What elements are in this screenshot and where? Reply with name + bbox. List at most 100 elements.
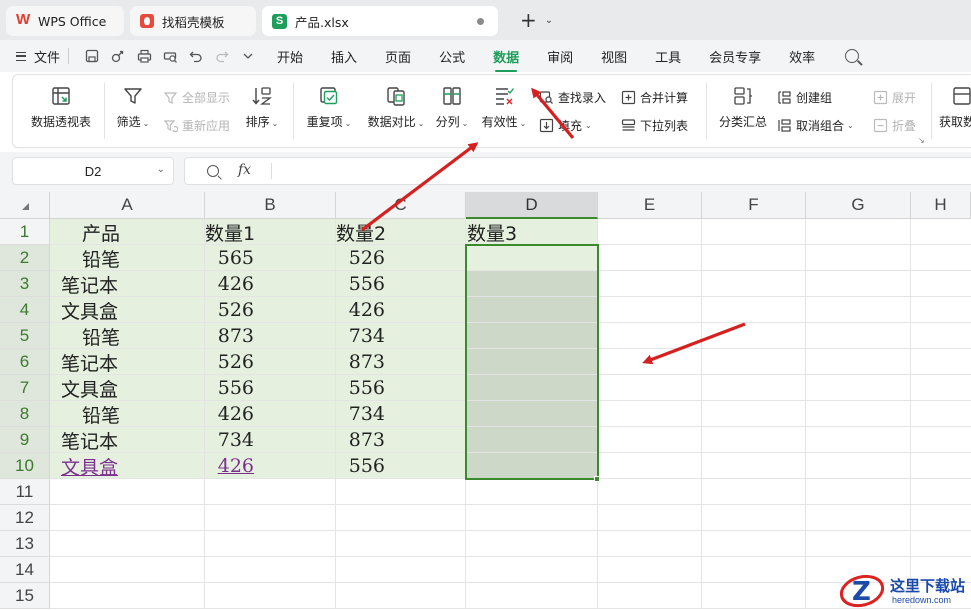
quantity1-cell[interactable]: 565: [205, 245, 254, 271]
zoom-icon[interactable]: [207, 165, 219, 177]
menu-tools[interactable]: 工具: [655, 47, 681, 66]
product-cell[interactable]: 文具盒: [61, 297, 118, 323]
select-all-corner[interactable]: [0, 192, 50, 219]
quantity1-cell[interactable]: 526: [205, 349, 254, 375]
dialog-launcher-icon[interactable]: ↘: [918, 136, 925, 145]
product-cell[interactable]: 笔记本: [61, 271, 118, 297]
header-cell[interactable]: 数量2: [336, 219, 386, 245]
print-icon[interactable]: [136, 48, 152, 64]
quantity1-cell[interactable]: 526: [205, 297, 254, 323]
row-header-3[interactable]: 3: [0, 271, 50, 297]
get-data-button[interactable]: 获取数: [939, 85, 971, 130]
quantity2-cell[interactable]: 556: [336, 375, 385, 401]
fill-button[interactable]: 填充 ⌄: [539, 117, 592, 134]
duplicates-button[interactable]: 重复项 ⌄: [303, 85, 355, 130]
menu-efficiency[interactable]: 效率: [789, 47, 815, 66]
menu-review[interactable]: 审阅: [547, 47, 573, 66]
column-header-a[interactable]: A: [50, 192, 205, 219]
tab-product-xlsx[interactable]: S 产品.xlsx: [262, 6, 498, 36]
product-cell[interactable]: 笔记本: [61, 427, 118, 453]
menu-view[interactable]: 视图: [601, 47, 627, 66]
row-header-4[interactable]: 4: [0, 297, 50, 323]
file-menu[interactable]: 文件: [16, 47, 60, 66]
row-header-2[interactable]: 2: [0, 245, 50, 271]
column-header-f[interactable]: F: [702, 192, 806, 219]
save-icon[interactable]: [84, 48, 100, 64]
tab-wps-office[interactable]: WPS Office: [6, 6, 124, 36]
column-header-d[interactable]: D: [466, 192, 598, 219]
export-icon[interactable]: [110, 48, 126, 64]
chevron-down-icon[interactable]: ⌄: [545, 15, 553, 26]
row-header-11[interactable]: 11: [0, 479, 50, 505]
ungroup-button[interactable]: 取消组合 ⌄: [777, 117, 854, 134]
menu-formula[interactable]: 公式: [439, 47, 465, 66]
redo-icon[interactable]: [214, 48, 230, 64]
column-header-g[interactable]: G: [806, 192, 911, 219]
row-header-15[interactable]: 15: [0, 583, 50, 609]
quantity2-cell[interactable]: 734: [336, 323, 385, 349]
quantity2-cell[interactable]: 734: [336, 401, 385, 427]
column-header-h[interactable]: H: [911, 192, 971, 219]
menu-insert[interactable]: 插入: [331, 47, 357, 66]
expand-button[interactable]: 展开: [873, 89, 916, 106]
row-header-6[interactable]: 6: [0, 349, 50, 375]
fx-icon[interactable]: fx: [238, 162, 251, 178]
consolidate-button[interactable]: 合并计算: [621, 89, 688, 106]
quantity1-cell[interactable]: 556: [205, 375, 254, 401]
row-header-7[interactable]: 7: [0, 375, 50, 401]
row-header-13[interactable]: 13: [0, 531, 50, 557]
quantity2-cell[interactable]: 526: [336, 245, 385, 271]
quantity2-cell[interactable]: 556: [336, 453, 385, 479]
create-group-button[interactable]: 创建组: [777, 89, 832, 106]
reapply-button[interactable]: 重新应用: [163, 117, 230, 134]
quantity1-cell[interactable]: 426: [205, 453, 254, 479]
undo-icon[interactable]: [188, 48, 204, 64]
quantity2-cell[interactable]: 873: [336, 427, 385, 453]
row-header-8[interactable]: 8: [0, 401, 50, 427]
quantity2-cell[interactable]: 426: [336, 297, 385, 323]
row-header-9[interactable]: 9: [0, 427, 50, 453]
row-header-5[interactable]: 5: [0, 323, 50, 349]
sort-button[interactable]: 排序 ⌄: [243, 85, 281, 130]
column-header-b[interactable]: B: [205, 192, 336, 219]
column-header-c[interactable]: C: [336, 192, 466, 219]
fill-handle[interactable]: [594, 476, 600, 482]
row-header-1[interactable]: 1: [0, 219, 50, 245]
menu-data[interactable]: 数据: [493, 47, 519, 72]
chevron-down-icon[interactable]: ⌄: [157, 164, 165, 175]
spreadsheet-grid[interactable]: A B C D E F G H 1 2 3 4 5 6 7 8 9 10 11 12 13 14 15 产品 数量1 数量2 数量3…: [0, 192, 971, 610]
quantity1-cell[interactable]: 426: [205, 271, 254, 297]
pivot-table-button[interactable]: 数据透视表: [29, 85, 93, 130]
filter-button[interactable]: 筛选 ⌄: [115, 85, 151, 130]
menu-page[interactable]: 页面: [385, 47, 411, 66]
print-preview-icon[interactable]: [162, 48, 178, 64]
product-cell[interactable]: 铅笔: [82, 245, 120, 271]
chevron-down-icon[interactable]: [240, 48, 256, 64]
header-cell[interactable]: 数量1: [205, 219, 255, 245]
product-cell[interactable]: 铅笔: [82, 323, 120, 349]
row-header-12[interactable]: 12: [0, 505, 50, 531]
header-cell[interactable]: 数量3: [467, 219, 517, 245]
split-columns-button[interactable]: 分列 ⌄: [433, 85, 471, 130]
column-header-e[interactable]: E: [598, 192, 702, 219]
menu-member[interactable]: 会员专享: [709, 47, 761, 66]
name-box[interactable]: D2 ⌄: [12, 157, 174, 185]
product-cell[interactable]: 笔记本: [61, 349, 118, 375]
row-header-10[interactable]: 10: [0, 453, 50, 479]
formula-input[interactable]: fx: [184, 157, 971, 185]
quantity2-cell[interactable]: 556: [336, 271, 385, 297]
data-validation-button[interactable]: 有效性 ⌄: [479, 85, 529, 130]
row-header-14[interactable]: 14: [0, 557, 50, 583]
search-icon[interactable]: [845, 49, 860, 63]
unsaved-dot-icon[interactable]: [477, 18, 484, 25]
lookup-entry-button[interactable]: 查找录入: [539, 89, 606, 106]
product-cell[interactable]: 文具盒: [61, 453, 118, 479]
quantity2-cell[interactable]: 873: [336, 349, 385, 375]
new-tab-plus-icon[interactable]: +: [520, 10, 537, 30]
header-cell[interactable]: 产品: [82, 219, 120, 245]
collapse-button[interactable]: 折叠: [873, 117, 916, 134]
tab-daoke-templates[interactable]: 找稻壳模板: [130, 6, 256, 36]
show-all-button[interactable]: 全部显示: [163, 89, 230, 106]
dropdown-list-button[interactable]: 下拉列表: [621, 117, 688, 134]
product-cell[interactable]: 铅笔: [82, 401, 120, 427]
